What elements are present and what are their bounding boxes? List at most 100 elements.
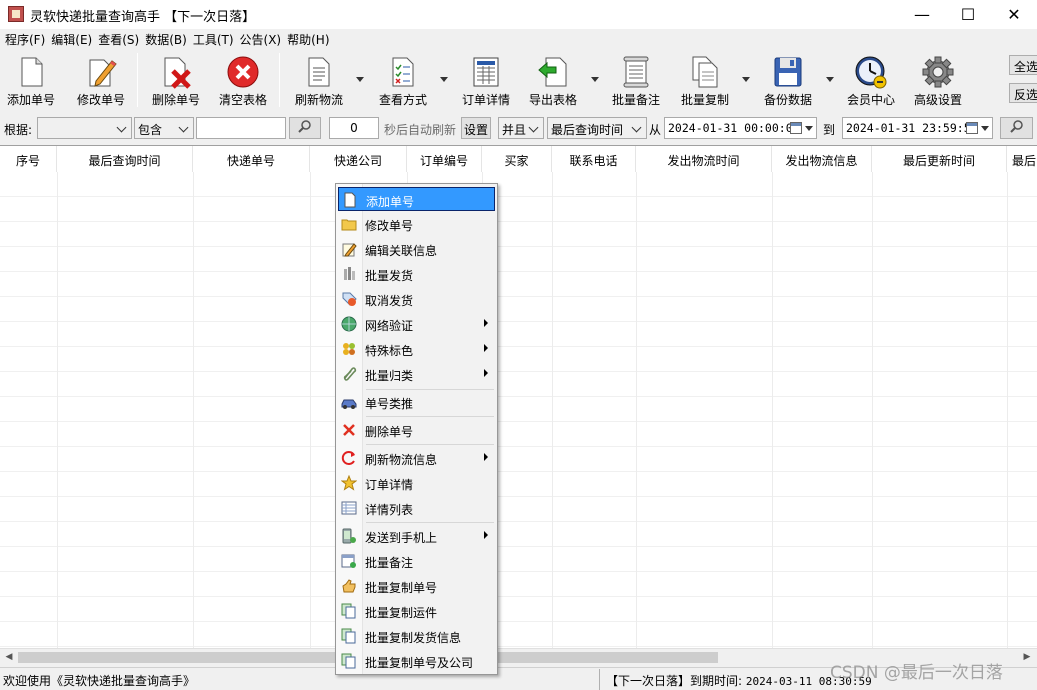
close-button[interactable]: ✕ bbox=[991, 0, 1037, 29]
ctx-item-label: 单号类推 bbox=[365, 397, 414, 411]
menu-program[interactable]: 程序(F) bbox=[4, 29, 50, 49]
order-detail-button[interactable]: 订单详情 bbox=[458, 53, 514, 109]
ctx-item-label: 批量复制发货信息 bbox=[365, 631, 462, 645]
view-mode-dropdown-arrow[interactable] bbox=[440, 75, 448, 83]
globe-icon bbox=[341, 316, 357, 332]
backup-dropdown-arrow[interactable] bbox=[826, 75, 834, 83]
settings-button[interactable]: 设置 bbox=[461, 117, 491, 139]
refresh-icon bbox=[341, 450, 357, 466]
ctx-item-refresh-logistics[interactable]: 刷新物流信息 bbox=[338, 446, 495, 470]
ctx-item-cancel-ship[interactable]: 取消发货 bbox=[338, 287, 495, 311]
license-owner: 【下一次日落】 bbox=[606, 674, 691, 688]
ctx-item-label: 编辑关联信息 bbox=[365, 244, 438, 258]
ctx-item-send-to-phone[interactable]: 发送到手机上 bbox=[338, 524, 495, 548]
grid-rows bbox=[0, 172, 1037, 648]
document-lines-icon bbox=[302, 55, 336, 89]
column-header[interactable]: 联系电话 bbox=[552, 146, 636, 172]
edit-button[interactable]: 修改单号 bbox=[72, 53, 130, 109]
submenu-arrow-icon bbox=[484, 319, 488, 327]
maximize-button[interactable]: ☐ bbox=[945, 0, 991, 29]
gear-icon bbox=[921, 55, 955, 89]
advanced-settings-button[interactable]: 高级设置 bbox=[910, 53, 966, 109]
ctx-item-batch-copy-shipping-info[interactable]: 批量复制发货信息 bbox=[338, 624, 495, 648]
delete-button[interactable]: 删除单号 bbox=[148, 53, 204, 109]
date-search-button[interactable] bbox=[1000, 117, 1033, 139]
delete-button-label: 删除单号 bbox=[151, 93, 200, 107]
column-divider bbox=[57, 172, 58, 648]
calendar-icon bbox=[790, 122, 802, 134]
refresh-interval-value: 0 bbox=[350, 121, 358, 135]
column-header[interactable]: 最后 bbox=[1007, 146, 1037, 172]
ctx-item-special-color[interactable]: 特殊标色 bbox=[338, 337, 495, 361]
ctx-item-delete-number[interactable]: 删除单号 bbox=[338, 418, 495, 442]
menu-edit[interactable]: 编辑(E) bbox=[50, 29, 97, 49]
ctx-item-add-number[interactable]: 添加单号 bbox=[338, 187, 495, 211]
menu-tools[interactable]: 工具(T) bbox=[192, 29, 239, 49]
batch-note-button[interactable]: 批量备注 bbox=[608, 53, 664, 109]
column-header[interactable]: 快递单号 bbox=[193, 146, 310, 172]
ctx-item-batch-copy-number[interactable]: 批量复制单号 bbox=[338, 574, 495, 598]
ctx-item-detail-list[interactable]: 详情列表 bbox=[338, 496, 495, 520]
backup-button[interactable]: 备份数据 bbox=[760, 53, 816, 109]
ctx-item-batch-copy-number-company[interactable]: 批量复制单号及公司 bbox=[338, 649, 495, 673]
refresh-dropdown-arrow[interactable] bbox=[356, 75, 364, 83]
match-select[interactable]: 包含 bbox=[134, 117, 194, 139]
ctx-item-label: 批量备注 bbox=[365, 556, 414, 570]
ctx-item-network-verify[interactable]: 网络验证 bbox=[338, 312, 495, 336]
ctx-item-batch-note[interactable]: 批量备注 bbox=[338, 549, 495, 573]
logic-select[interactable]: 并且 bbox=[498, 117, 544, 139]
member-center-button[interactable]: 会员中心 bbox=[843, 53, 899, 109]
from-date-picker[interactable]: 2024-01-31 00:00:00 bbox=[664, 117, 817, 139]
data-grid[interactable]: 序号 最后查询时间 快递单号 快递公司 订单编号 买家 联系电话 发出物流时间 … bbox=[0, 145, 1037, 648]
search-input[interactable] bbox=[196, 117, 286, 139]
welcome-text: 欢迎使用《灵软快递批量查询高手》 bbox=[3, 674, 196, 688]
minimize-button[interactable]: — bbox=[899, 0, 945, 29]
batch-copy-button[interactable]: 批量复制 bbox=[677, 53, 733, 109]
view-mode-button[interactable]: 查看方式 bbox=[375, 53, 431, 109]
menu-view[interactable]: 查看(S) bbox=[97, 29, 144, 49]
ctx-item-label: 取消发货 bbox=[365, 294, 414, 308]
batch-copy-dropdown-arrow[interactable] bbox=[742, 75, 750, 83]
scroll-left-button[interactable]: ◀ bbox=[2, 651, 16, 664]
ctx-item-batch-copy-shipment[interactable]: 批量复制运件 bbox=[338, 599, 495, 623]
add-button[interactable]: 添加单号 bbox=[4, 53, 58, 109]
export-table-button[interactable]: 导出表格 bbox=[525, 53, 581, 109]
ctx-item-order-detail[interactable]: 订单详情 bbox=[338, 471, 495, 495]
field-select[interactable] bbox=[37, 117, 132, 139]
column-header[interactable]: 快递公司 bbox=[310, 146, 407, 172]
column-header[interactable]: 发出物流时间 bbox=[636, 146, 772, 172]
column-header[interactable]: 序号 bbox=[0, 146, 57, 172]
menu-notice[interactable]: 公告(X) bbox=[239, 29, 287, 49]
column-header[interactable]: 最后查询时间 bbox=[57, 146, 193, 172]
export-dropdown-arrow[interactable] bbox=[591, 75, 599, 83]
column-header[interactable]: 订单编号 bbox=[407, 146, 482, 172]
to-date-picker[interactable]: 2024-01-31 23:59:59 bbox=[842, 117, 993, 139]
ctx-item-batch-ship[interactable]: 批量发货 bbox=[338, 262, 495, 286]
select-all-button[interactable]: 全选 bbox=[1009, 55, 1037, 75]
red-x-icon bbox=[341, 422, 357, 438]
ctx-item-batch-classify[interactable]: 批量归类 bbox=[338, 362, 495, 386]
menu-separator bbox=[366, 444, 494, 445]
scroll-right-button[interactable]: ▶ bbox=[1020, 651, 1034, 664]
clear-table-button[interactable]: 清空表格 bbox=[214, 53, 272, 109]
refresh-logistics-button[interactable]: 刷新物流 bbox=[291, 53, 347, 109]
chevron-down-icon bbox=[527, 121, 541, 135]
note-add-icon bbox=[341, 553, 357, 569]
column-header[interactable]: 最后更新时间 bbox=[872, 146, 1007, 172]
submenu-arrow-icon bbox=[484, 531, 488, 539]
tag-icon bbox=[341, 291, 357, 307]
expiry-label: 到期时间: bbox=[690, 674, 743, 688]
column-divider bbox=[310, 172, 311, 648]
ctx-item-number-infer[interactable]: 单号类推 bbox=[338, 390, 495, 414]
ctx-item-edit-number[interactable]: 修改单号 bbox=[338, 212, 495, 236]
menu-data[interactable]: 数据(B) bbox=[144, 29, 192, 49]
time-field-select[interactable]: 最后查询时间 bbox=[547, 117, 647, 139]
search-button[interactable] bbox=[289, 117, 321, 139]
ctx-item-edit-related[interactable]: 编辑关联信息 bbox=[338, 237, 495, 261]
view-mode-label: 查看方式 bbox=[378, 93, 427, 107]
menu-help[interactable]: 帮助(H) bbox=[286, 29, 334, 49]
column-header[interactable]: 发出物流信息 bbox=[772, 146, 872, 172]
column-header[interactable]: 买家 bbox=[482, 146, 552, 172]
invert-selection-button[interactable]: 反选 bbox=[1009, 83, 1037, 103]
refresh-interval-input[interactable]: 0 bbox=[329, 117, 379, 139]
